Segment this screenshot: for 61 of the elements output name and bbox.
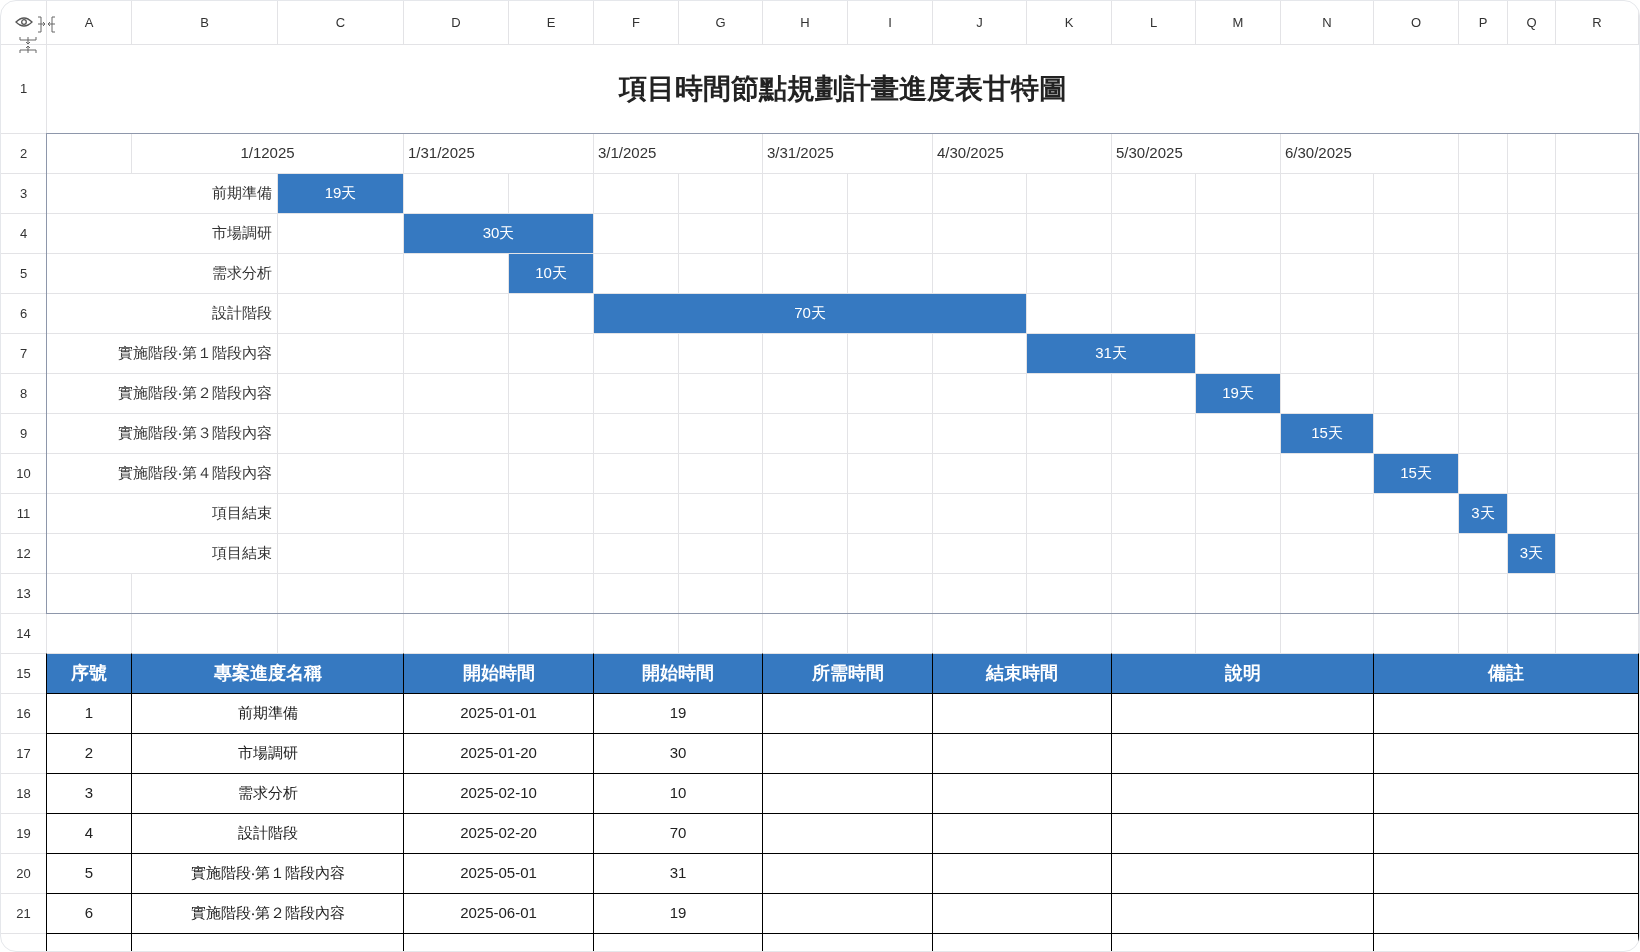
column-heading: 專案進度名稱	[132, 654, 403, 693]
column-header[interactable]: G	[679, 1, 762, 44]
column-header[interactable]: H	[763, 1, 847, 44]
sheet-title: 項目時間節點規劃計畫進度表甘特圖	[619, 72, 1067, 106]
column-heading: 說明	[1112, 654, 1373, 693]
gantt-bar: 70天	[594, 294, 1026, 333]
column-header[interactable]: E	[509, 1, 593, 44]
column-heading: 所需時間	[763, 654, 932, 693]
eye-icon[interactable]	[15, 16, 33, 28]
gantt-bar: 3天	[1459, 494, 1507, 533]
row-header[interactable]: 14	[1, 614, 46, 653]
row-header[interactable]: 13	[1, 574, 46, 613]
row-header[interactable]: 4	[1, 214, 46, 253]
gantt-bar: 15天	[1374, 454, 1458, 493]
column-header[interactable]: R	[1556, 1, 1638, 44]
column-heading: 序號	[47, 654, 131, 693]
column-heading: 備註	[1374, 654, 1638, 693]
column-header[interactable]: L	[1112, 1, 1195, 44]
gantt-bar: 3天	[1508, 534, 1555, 573]
column-header[interactable]: D	[404, 1, 508, 44]
column-heading: 結束時間	[933, 654, 1111, 693]
gantt-bar: 10天	[509, 254, 593, 293]
row-header[interactable]: 10	[1, 454, 46, 493]
row-header[interactable]: 17	[1, 734, 46, 773]
column-header[interactable]: O	[1374, 1, 1458, 44]
row-header[interactable]: 18	[1, 774, 46, 813]
column-header[interactable]: I	[848, 1, 932, 44]
gantt-bar: 30天	[404, 214, 593, 253]
gantt-bar: 31天	[1027, 334, 1195, 373]
row-header[interactable]: 19	[1, 814, 46, 853]
row-header[interactable]: 20	[1, 854, 46, 893]
collapse-rows-icon[interactable]	[19, 36, 37, 54]
row-header[interactable]: 21	[1, 894, 46, 933]
column-header[interactable]: J	[933, 1, 1026, 44]
column-header[interactable]: F	[594, 1, 678, 44]
row-header[interactable]: 11	[1, 494, 46, 533]
row-header[interactable]: 3	[1, 174, 46, 213]
column-heading: 開始時間	[404, 654, 593, 693]
collapse-columns-icon[interactable]	[37, 16, 56, 33]
column-heading: 開始時間	[594, 654, 762, 693]
row-header[interactable]: 7	[1, 334, 46, 373]
row-header[interactable]: 5	[1, 254, 46, 293]
column-header[interactable]: A	[47, 1, 131, 44]
row-header[interactable]: 8	[1, 374, 46, 413]
row-header[interactable]: 16	[1, 694, 46, 733]
gantt-bar: 15天	[1281, 414, 1373, 453]
row-header[interactable]: 1	[1, 45, 46, 133]
column-header[interactable]: C	[278, 1, 403, 44]
row-header[interactable]: 12	[1, 534, 46, 573]
row-header[interactable]: 9	[1, 414, 46, 453]
column-header[interactable]: B	[132, 1, 277, 44]
row-header[interactable]: 2	[1, 134, 46, 173]
gantt-bar: 19天	[1196, 374, 1280, 413]
column-header[interactable]: M	[1196, 1, 1280, 44]
column-header[interactable]: N	[1281, 1, 1373, 44]
row-header[interactable]: 6	[1, 294, 46, 333]
column-header[interactable]: K	[1027, 1, 1111, 44]
gantt-bar: 19天	[278, 174, 403, 213]
column-header[interactable]: P	[1459, 1, 1507, 44]
row-header[interactable]: 15	[1, 654, 46, 693]
column-header[interactable]: Q	[1508, 1, 1555, 44]
